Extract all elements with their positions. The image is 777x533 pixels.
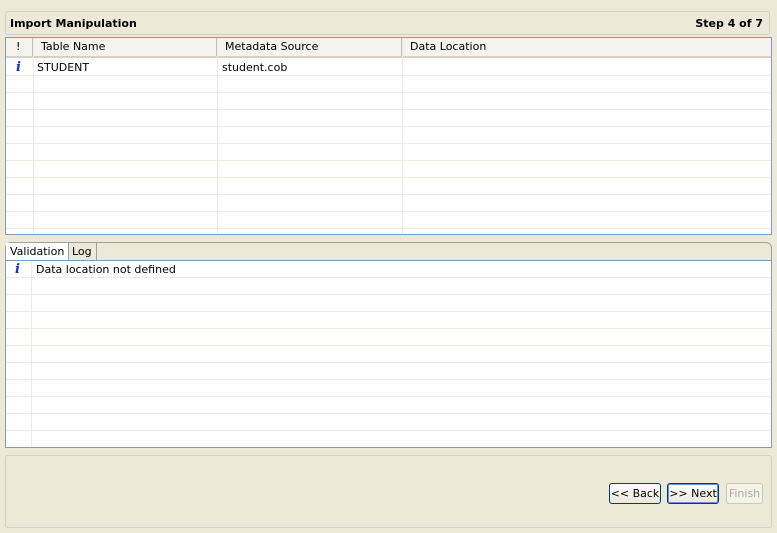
list-item-empty: [6, 295, 771, 312]
table-row-empty: [6, 161, 771, 178]
list-item-empty: [6, 329, 771, 346]
column-header-metadata-source[interactable]: Metadata Source: [217, 38, 402, 56]
table-row-empty: [6, 144, 771, 161]
info-icon: i: [16, 60, 21, 75]
validation-message: Data location not defined: [36, 263, 176, 276]
list-item-empty: [6, 363, 771, 380]
tab-validation[interactable]: Validation: [6, 243, 70, 260]
list-item-empty: [6, 278, 771, 295]
table-row-empty: [6, 212, 771, 229]
list-item-empty: [6, 414, 771, 431]
table-row-empty: [6, 195, 771, 212]
table-name-cell: STUDENT: [37, 61, 90, 74]
table-row-empty: [6, 93, 771, 110]
wizard-title: Import Manipulation: [10, 17, 137, 30]
tab-log[interactable]: Log: [68, 243, 97, 260]
info-icon: i: [15, 262, 20, 277]
table-row-empty: [6, 127, 771, 144]
column-header-table-name[interactable]: Table Name: [33, 38, 217, 56]
import-table[interactable]: ! Table Name Metadata Source Data Locati…: [5, 37, 772, 235]
metadata-source-cell: student.cob: [222, 61, 288, 74]
table-row-empty: [6, 178, 771, 195]
table-row-empty: [6, 76, 771, 93]
wizard-button-bar: << Back >> Next Finish: [5, 455, 772, 528]
column-header-data-location[interactable]: Data Location: [402, 38, 771, 56]
table-row[interactable]: i STUDENT student.cob: [6, 59, 771, 76]
list-item-empty: [6, 312, 771, 329]
list-item-empty: [6, 346, 771, 363]
next-button[interactable]: >> Next: [667, 483, 719, 504]
wizard-step: Step 4 of 7: [695, 17, 763, 30]
tab-strip: Validation Log: [5, 242, 772, 260]
validation-tabs-panel: Validation Log i Data location not defin…: [5, 242, 772, 448]
wizard-header: Import Manipulation Step 4 of 7: [5, 11, 770, 35]
table-header: ! Table Name Metadata Source Data Locati…: [6, 38, 771, 58]
column-header-status[interactable]: !: [6, 38, 33, 56]
list-item-empty: [6, 397, 771, 414]
back-button[interactable]: << Back: [609, 483, 661, 504]
list-item-empty: [6, 380, 771, 397]
table-row-empty: [6, 110, 771, 127]
finish-button: Finish: [726, 483, 763, 504]
list-item[interactable]: i Data location not defined: [6, 261, 771, 278]
list-item-empty: [6, 431, 771, 447]
validation-list[interactable]: i Data location not defined: [5, 260, 772, 448]
